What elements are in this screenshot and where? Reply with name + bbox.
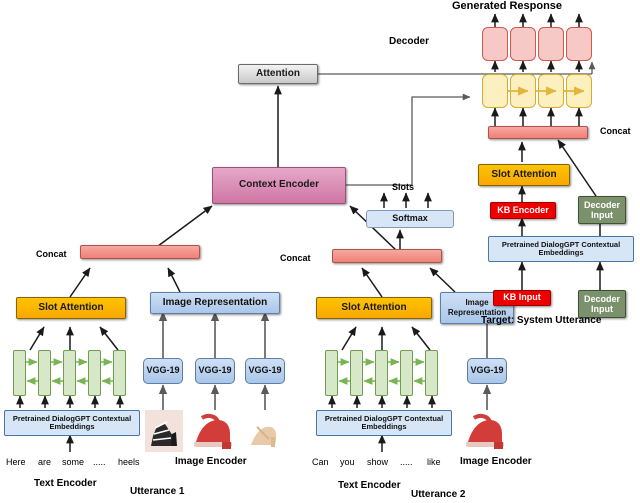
utterance2-token: you — [340, 457, 355, 467]
utterance1-image-encoder-label: Image Encoder — [175, 456, 247, 467]
utterance1-rnn-cell — [63, 350, 76, 396]
utterance2-rnn-cell — [350, 350, 363, 396]
utterance1-concat-bar — [80, 245, 200, 259]
concat-label-mid: Concat — [280, 253, 311, 263]
concat-label-left: Concat — [36, 249, 67, 259]
decoder-concat-bar — [488, 126, 588, 139]
utterance2-token: like — [427, 457, 441, 467]
utterance1-vgg-19[interactable]: VGG-19 — [195, 358, 235, 384]
utterance2-embeddings[interactable]: Pretrained DialogGPT Contextual Embeddin… — [316, 410, 452, 436]
utterance1-token: ..... — [93, 457, 106, 467]
utterance1-rnn-cell — [88, 350, 101, 396]
target-system-utterance-label: Target: System Utterance — [481, 315, 602, 326]
softmax-box[interactable]: Softmax — [366, 210, 454, 228]
utterance1-text-encoder-label: Text Encoder — [34, 478, 97, 489]
context-encoder-box[interactable]: Context Encoder — [212, 167, 346, 204]
decoder-rnn-cell — [566, 74, 592, 108]
utterance1-image-representation[interactable]: Image Representation — [150, 292, 280, 314]
utterance1-slot-attention[interactable]: Slot Attention — [16, 297, 126, 319]
decoder-label: Decoder — [389, 36, 430, 47]
utterance1-token: are — [38, 457, 52, 467]
kb-encoder-box[interactable]: KB Encoder — [490, 202, 556, 219]
utterance1-token: some — [62, 457, 85, 467]
utterance2-token: ..... — [400, 457, 413, 467]
utterance1-caption: Utterance 1 — [130, 486, 185, 497]
utterance1-embeddings[interactable]: Pretrained DialogGPT Contextual Embeddin… — [4, 410, 140, 436]
decoder-rnn-cell — [510, 74, 536, 108]
decoder-rnn-cell — [538, 74, 564, 108]
utterance1-shoe-image-3 — [251, 426, 277, 447]
utterance1-shoe-image-2 — [194, 413, 232, 449]
decoder-input-bottom-box[interactable]: Decoder Input — [578, 290, 626, 318]
utterance2-concat-bar — [332, 249, 442, 263]
utterance1-rnn-cell — [113, 350, 126, 396]
diagram-canvas: Generated Response Decoder Concat Attent… — [0, 0, 640, 503]
utterance2-rnn-cell — [375, 350, 388, 396]
decoder-output-cell — [566, 27, 592, 61]
utterance2-caption: Utterance 2 — [411, 489, 466, 500]
utterance1-vgg-19[interactable]: VGG-19 — [245, 358, 285, 384]
kb-input-box[interactable]: KB Input — [493, 290, 551, 306]
utterance1-token: Here — [6, 457, 26, 467]
utterance2-image-encoder-label: Image Encoder — [460, 456, 532, 467]
utterance2-text-encoder-label: Text Encoder — [338, 480, 401, 491]
decoder-output-cell — [510, 27, 536, 61]
utterance2-token: show — [367, 457, 389, 467]
decoder-output-cell — [538, 27, 564, 61]
utterance2-rnn-cell — [425, 350, 438, 396]
utterance1-rnn-cell — [38, 350, 51, 396]
utterance2-shoe-image-1 — [466, 413, 504, 449]
utterance1-shoe-image-1 — [145, 410, 183, 452]
decoder-slot-attention[interactable]: Slot Attention — [478, 164, 570, 186]
decoder-concat-label: Concat — [600, 126, 631, 136]
utterance2-token: Can — [312, 457, 329, 467]
utterance2-slot-attention[interactable]: Slot Attention — [316, 297, 432, 319]
utterance1-vgg-19[interactable]: VGG-19 — [143, 358, 183, 384]
attention-box[interactable]: Attention — [238, 64, 318, 84]
utterance2-rnn-cell — [325, 350, 338, 396]
utterance2-rnn-cell — [400, 350, 413, 396]
generated-response-label: Generated Response — [452, 0, 563, 12]
utterance1-rnn-cell — [13, 350, 26, 396]
decoder-input-top-box[interactable]: Decoder Input — [578, 196, 626, 224]
slots-label: Slots — [392, 182, 415, 192]
utterance2-vgg-19[interactable]: VGG-19 — [467, 358, 507, 384]
decoder-embeddings[interactable]: Pretrained DialogGPT Contextual Embeddin… — [488, 236, 634, 262]
decoder-rnn-cell — [482, 74, 508, 108]
decoder-output-cell — [482, 27, 508, 61]
utterance1-token: heels — [118, 457, 140, 467]
